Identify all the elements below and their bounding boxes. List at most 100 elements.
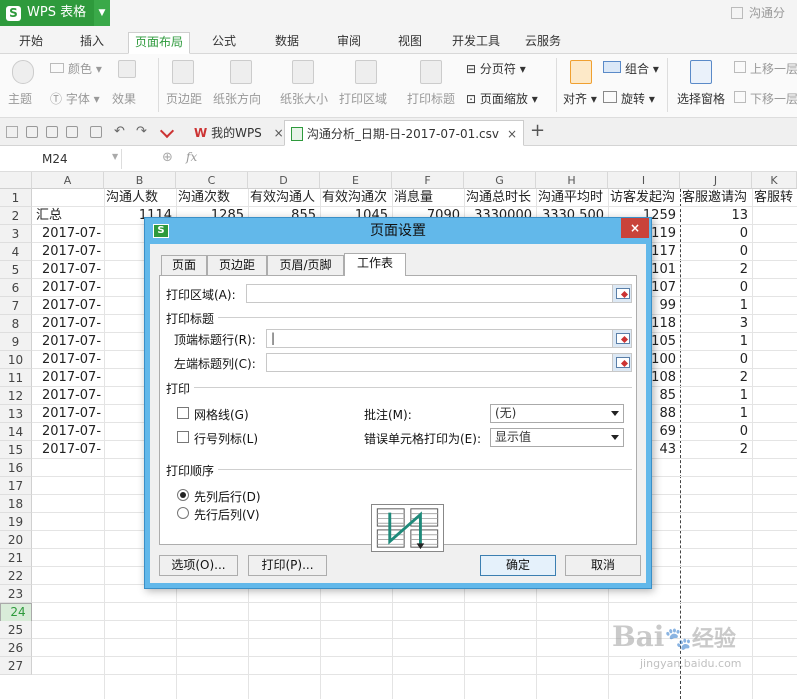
row-header[interactable]: 26 <box>0 639 32 657</box>
date-cell[interactable]: 2017-07- <box>42 333 104 351</box>
agent-invite-cell[interactable]: 2 <box>682 369 748 387</box>
gridlines-checkbox[interactable] <box>177 407 189 419</box>
row-header[interactable]: 5 <box>0 261 32 279</box>
agent-invite-cell[interactable]: 3 <box>682 315 748 333</box>
date-cell[interactable]: 2017-07- <box>42 387 104 405</box>
tab-margins[interactable]: 页边距 <box>207 255 267 275</box>
header-cell[interactable]: 沟通总时长 <box>466 189 536 207</box>
date-cell[interactable]: 2017-07- <box>42 243 104 261</box>
page-break-button[interactable]: ⊟ 分页符 ▾ <box>466 60 526 77</box>
column-header[interactable]: I <box>608 172 680 189</box>
row-header[interactable]: 24 <box>0 603 32 622</box>
row-header[interactable]: 13 <box>0 405 32 423</box>
row-header[interactable]: 25 <box>0 621 32 639</box>
export-pdf-icon[interactable] <box>46 126 58 138</box>
row-header[interactable]: 4 <box>0 243 32 261</box>
row-header[interactable]: 20 <box>0 531 32 549</box>
tab-my-wps[interactable]: W 我的WPS × <box>188 120 290 146</box>
down-then-over-radio[interactable] <box>177 489 189 501</box>
row-header[interactable]: 17 <box>0 477 32 495</box>
new-tab-button[interactable]: + <box>530 120 545 141</box>
tab-document[interactable]: 沟通分析_日期-日-2017-07-01.csv × <box>284 120 524 146</box>
redo-icon[interactable]: ↷ <box>136 124 147 139</box>
column-header[interactable]: A <box>32 172 104 189</box>
column-header[interactable]: E <box>320 172 392 189</box>
menu-developer[interactable]: 开发工具 <box>452 32 500 54</box>
print-icon[interactable] <box>66 126 78 138</box>
row-header[interactable]: 9 <box>0 333 32 351</box>
row-header[interactable]: 1 <box>0 189 32 207</box>
send-backward-button[interactable]: 下移一层 <box>734 90 797 107</box>
range-picker-icon[interactable] <box>612 354 631 371</box>
row-header[interactable]: 21 <box>0 549 32 567</box>
agent-invite-cell[interactable]: 2 <box>682 261 748 279</box>
row-header[interactable]: 12 <box>0 387 32 405</box>
header-cell[interactable]: 沟通平均时 <box>538 189 608 207</box>
formula-input[interactable] <box>212 149 797 169</box>
over-then-down-radio[interactable] <box>177 507 189 519</box>
date-cell[interactable]: 2017-07- <box>42 297 104 315</box>
column-header[interactable]: G <box>464 172 536 189</box>
colors-button[interactable]: 颜色 ▾ <box>50 60 102 77</box>
menu-data[interactable]: 数据 <box>275 32 299 54</box>
menu-review[interactable]: 审阅 <box>337 32 361 54</box>
agent-invite-cell[interactable]: 2 <box>682 441 748 459</box>
paper-size-button[interactable]: 纸张大小 <box>280 90 328 107</box>
row-header[interactable]: 7 <box>0 297 32 315</box>
column-header[interactable]: H <box>536 172 608 189</box>
fonts-button[interactable]: Ⓣ 字体 ▾ <box>50 90 100 107</box>
agent-invite-cell[interactable]: 0 <box>682 423 748 441</box>
row-header[interactable]: 8 <box>0 315 32 333</box>
menu-insert[interactable]: 插入 <box>80 32 104 54</box>
name-box-dropdown-icon[interactable]: ▼ <box>112 152 118 161</box>
date-cell[interactable]: 2017-07- <box>42 369 104 387</box>
agent-invite-cell[interactable]: 1 <box>682 333 748 351</box>
date-cell[interactable]: 2017-07- <box>42 441 104 459</box>
customize-icon[interactable] <box>159 123 175 139</box>
row-header[interactable]: 11 <box>0 369 32 387</box>
column-header[interactable]: J <box>680 172 752 189</box>
row-header[interactable]: 19 <box>0 513 32 531</box>
menu-page-layout[interactable]: 页面布局 <box>128 32 191 54</box>
column-header[interactable]: K <box>752 172 797 189</box>
theme-icon[interactable] <box>12 60 34 84</box>
row-header[interactable]: 2 <box>0 207 32 225</box>
header-cell[interactable]: 客服转 <box>754 189 797 207</box>
menu-formulas[interactable]: 公式 <box>212 32 236 54</box>
dialog-close-button[interactable]: × <box>621 218 649 238</box>
agent-invite-cell[interactable]: 0 <box>682 279 748 297</box>
row-header[interactable]: 6 <box>0 279 32 297</box>
options-button[interactable]: 选项(O)... <box>159 555 238 576</box>
theme-button[interactable]: 主题 <box>8 90 32 107</box>
agent-invite-cell[interactable]: 1 <box>682 297 748 315</box>
close-tab-icon[interactable]: × <box>274 126 284 140</box>
print-preview-icon[interactable] <box>90 126 102 138</box>
select-all-corner[interactable] <box>0 172 32 189</box>
margins-button[interactable]: 页边距 <box>166 90 202 107</box>
close-tab-icon[interactable]: × <box>507 121 517 147</box>
date-cell[interactable]: 2017-07- <box>42 261 104 279</box>
range-picker-icon[interactable] <box>612 330 631 347</box>
range-picker-icon[interactable] <box>612 285 631 302</box>
undo-icon[interactable]: ↶ <box>114 124 125 139</box>
header-cell[interactable]: 有效沟通次 <box>322 189 392 207</box>
fx-icon[interactable]: fx <box>186 150 197 164</box>
cell-errors-select[interactable]: 显示值 <box>490 428 624 447</box>
agent-invite-cell[interactable]: 0 <box>682 225 748 243</box>
date-cell[interactable]: 2017-07- <box>42 351 104 369</box>
row-col-headings-checkbox[interactable] <box>177 431 189 443</box>
column-header[interactable]: C <box>176 172 248 189</box>
group-button[interactable]: 组合 ▾ <box>603 60 659 77</box>
ok-button[interactable]: 确定 <box>480 555 556 576</box>
summary-cell[interactable]: 13 <box>682 207 748 225</box>
column-header[interactable]: B <box>104 172 176 189</box>
open-folder-icon[interactable] <box>6 126 18 138</box>
agent-invite-cell[interactable]: 0 <box>682 243 748 261</box>
date-cell[interactable]: 2017-07- <box>42 405 104 423</box>
date-cell[interactable]: 2017-07- <box>42 315 104 333</box>
row-header[interactable]: 14 <box>0 423 32 441</box>
rotate-button[interactable]: 旋转 ▾ <box>603 90 655 107</box>
agent-invite-cell[interactable]: 1 <box>682 387 748 405</box>
tab-header-footer[interactable]: 页眉/页脚 <box>267 255 344 275</box>
left-cols-input[interactable] <box>266 353 632 372</box>
